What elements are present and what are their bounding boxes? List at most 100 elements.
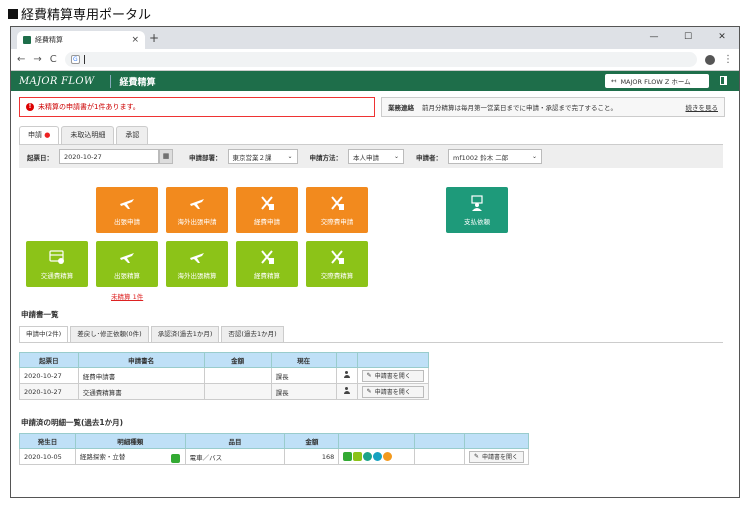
- open-application-label: 申請書を開く: [374, 373, 411, 380]
- train-card-icon: [49, 249, 64, 264]
- tile-label: 交通費精算: [40, 271, 74, 280]
- table-header-row: 起票日 申請書名 金額 現在: [19, 352, 430, 368]
- tile-label: 交際費申請: [320, 217, 354, 226]
- chevron-down-icon: ⌄: [287, 153, 293, 160]
- applicant-select[interactable]: mf1002 鈴木 二郎 ⌄: [448, 149, 542, 164]
- column-header: [356, 352, 430, 368]
- tab-application[interactable]: 申請 ●: [19, 126, 60, 144]
- maximize-button[interactable]: ☐: [671, 27, 705, 49]
- airplane-icon: [120, 252, 134, 263]
- browser-tab-title: 経費精算: [35, 36, 63, 44]
- notice-more-link[interactable]: 続きを見る: [686, 102, 719, 112]
- tile-entertainment-settlement[interactable]: 交際費精算: [306, 241, 368, 287]
- dept-value: 東京営業２課: [232, 153, 272, 162]
- receipt-icon: [261, 249, 274, 264]
- portal-home-button[interactable]: ↤ MAJOR FLOW Z ホーム: [605, 74, 709, 88]
- column-header: [335, 352, 358, 368]
- window-close-button[interactable]: ✕: [705, 27, 739, 49]
- tab-approval[interactable]: 承認: [116, 126, 149, 144]
- page-heading: 経費精算専用ポータル: [8, 4, 151, 23]
- tile-label: 経費申請: [254, 217, 280, 226]
- open-application-button[interactable]: ✎ 申請書を開く: [361, 369, 424, 382]
- column-header: [338, 433, 416, 449]
- filter-bar: 起票日： 2020-10-27 ▦ 申請部署： 東京営業２課 ⌄ 申請方法： 本人…: [19, 144, 723, 168]
- new-tab-button[interactable]: +: [149, 32, 159, 44]
- square-bullet-icon: [8, 8, 18, 19]
- browser-titlebar: 経費精算 × + — ☐ ✕: [11, 27, 739, 49]
- tile-entertainment-application[interactable]: 交際費申請: [306, 187, 368, 233]
- close-tab-icon[interactable]: ×: [131, 35, 139, 45]
- row-status: 課長: [270, 367, 337, 384]
- person-icon: [343, 371, 350, 378]
- date-label: 起票日：: [27, 153, 53, 162]
- subtab-approved[interactable]: 承認済(過去1か月): [150, 326, 220, 342]
- column-header: 発生日: [19, 433, 76, 449]
- route-icon: [170, 453, 180, 463]
- method-value: 本人申請: [353, 153, 379, 162]
- back-icon[interactable]: ←: [17, 54, 25, 65]
- tile-business-trip-settlement[interactable]: 出張精算: [96, 241, 158, 287]
- browser-tab[interactable]: 経費精算 ×: [17, 31, 145, 49]
- tile-expense-application[interactable]: 経費申請: [236, 187, 298, 233]
- warning-icon: !: [26, 103, 34, 111]
- table-row[interactable]: 2020-10-05 経路探索・立替 電車／バス 168 ✎ 申請書を開く: [19, 448, 530, 465]
- applicant-label: 申請者：: [416, 153, 442, 162]
- date-input[interactable]: 2020-10-27: [59, 149, 159, 164]
- row-amount: [203, 383, 272, 400]
- tile-label: 出張精算: [114, 271, 140, 280]
- subtab-returned[interactable]: 差戻し･修正依頼(0件): [70, 326, 149, 342]
- tile-label: 経費精算: [254, 271, 280, 280]
- tile-overseas-trip-application[interactable]: 海外出張申請: [166, 187, 228, 233]
- row-amount: 168: [284, 448, 340, 465]
- tab-unimported-details[interactable]: 未取込明細: [61, 126, 115, 144]
- fork-knife-icon: [331, 195, 344, 210]
- edit-icon: ✎: [473, 453, 479, 460]
- column-header: 現在: [270, 352, 337, 368]
- tile-payment-request[interactable]: 支払依頼: [446, 187, 508, 233]
- person-icon: [343, 387, 350, 394]
- unsettled-count-link[interactable]: 未精算 1件: [111, 291, 143, 301]
- url-input[interactable]: G: [64, 52, 697, 67]
- logo[interactable]: MAJOR FLOW: [11, 76, 94, 87]
- manual-book-icon[interactable]: [720, 76, 727, 85]
- browser-menu-icon[interactable]: ⋮: [723, 54, 733, 65]
- calendar-icon[interactable]: ▦: [159, 149, 173, 164]
- row-amount: [203, 367, 272, 384]
- tab-application-label: 申請: [28, 131, 42, 139]
- method-select[interactable]: 本人申請 ⌄: [348, 149, 404, 164]
- portal-home-label: MAJOR FLOW Z ホーム: [620, 78, 691, 86]
- new-indicator-dot: ●: [44, 131, 51, 139]
- row-name: 交通費精算書: [77, 383, 205, 400]
- minimize-button[interactable]: —: [637, 27, 671, 49]
- airplane-icon: [190, 198, 204, 209]
- dept-select[interactable]: 東京営業２課 ⌄: [227, 149, 298, 164]
- profile-icon[interactable]: [705, 54, 715, 65]
- table-header-row: 発生日 明細種類 品目 金額: [19, 433, 530, 449]
- reload-icon[interactable]: C: [50, 54, 57, 65]
- detail-list-title: 申請済の明細一覧(過去1か月): [21, 418, 124, 427]
- chevron-down-icon: ⌄: [393, 153, 399, 160]
- tile-transport-settlement[interactable]: 交通費精算: [26, 241, 88, 287]
- receipt-icon: [261, 195, 274, 210]
- tile-business-trip-application[interactable]: 出張申請: [96, 187, 158, 233]
- business-notice: 業務連絡 前月分精算は毎月第一営業日までに申請・承認まで完了すること。 続きを見…: [381, 97, 725, 117]
- subtab-pending[interactable]: 申請中(2件): [19, 326, 69, 342]
- forward-icon[interactable]: →: [33, 54, 41, 65]
- tile-overseas-trip-settlement[interactable]: 海外出張精算: [166, 241, 228, 287]
- open-application-button[interactable]: ✎ 申請書を開く: [468, 450, 524, 463]
- browser-window: 経費精算 × + — ☐ ✕ ← → C G ⋮ MAJOR FLOW 経費精算…: [10, 26, 740, 498]
- row-empty: [414, 448, 465, 465]
- table-row[interactable]: 2020-10-27 交通費精算書 課長 ✎ 申請書を開く: [19, 383, 430, 400]
- receipt-tag-icon: [353, 452, 363, 461]
- tile-expense-settlement[interactable]: 経費精算: [236, 241, 298, 287]
- open-application-button[interactable]: ✎ 申請書を開く: [361, 385, 424, 398]
- return-arrow-icon: ↤: [611, 77, 617, 85]
- airplane-icon: [120, 198, 134, 209]
- person-tag-icon: [383, 452, 393, 461]
- text-cursor: [83, 55, 85, 64]
- row-item: 電車／バス: [184, 448, 286, 465]
- subtab-rejected[interactable]: 否認(過去1か月): [221, 326, 284, 342]
- row-type: 経路探索・立替: [74, 448, 186, 465]
- row-approver: [335, 367, 358, 384]
- table-row[interactable]: 2020-10-27 経費申請書 課長 ✎ 申請書を開く: [19, 367, 430, 384]
